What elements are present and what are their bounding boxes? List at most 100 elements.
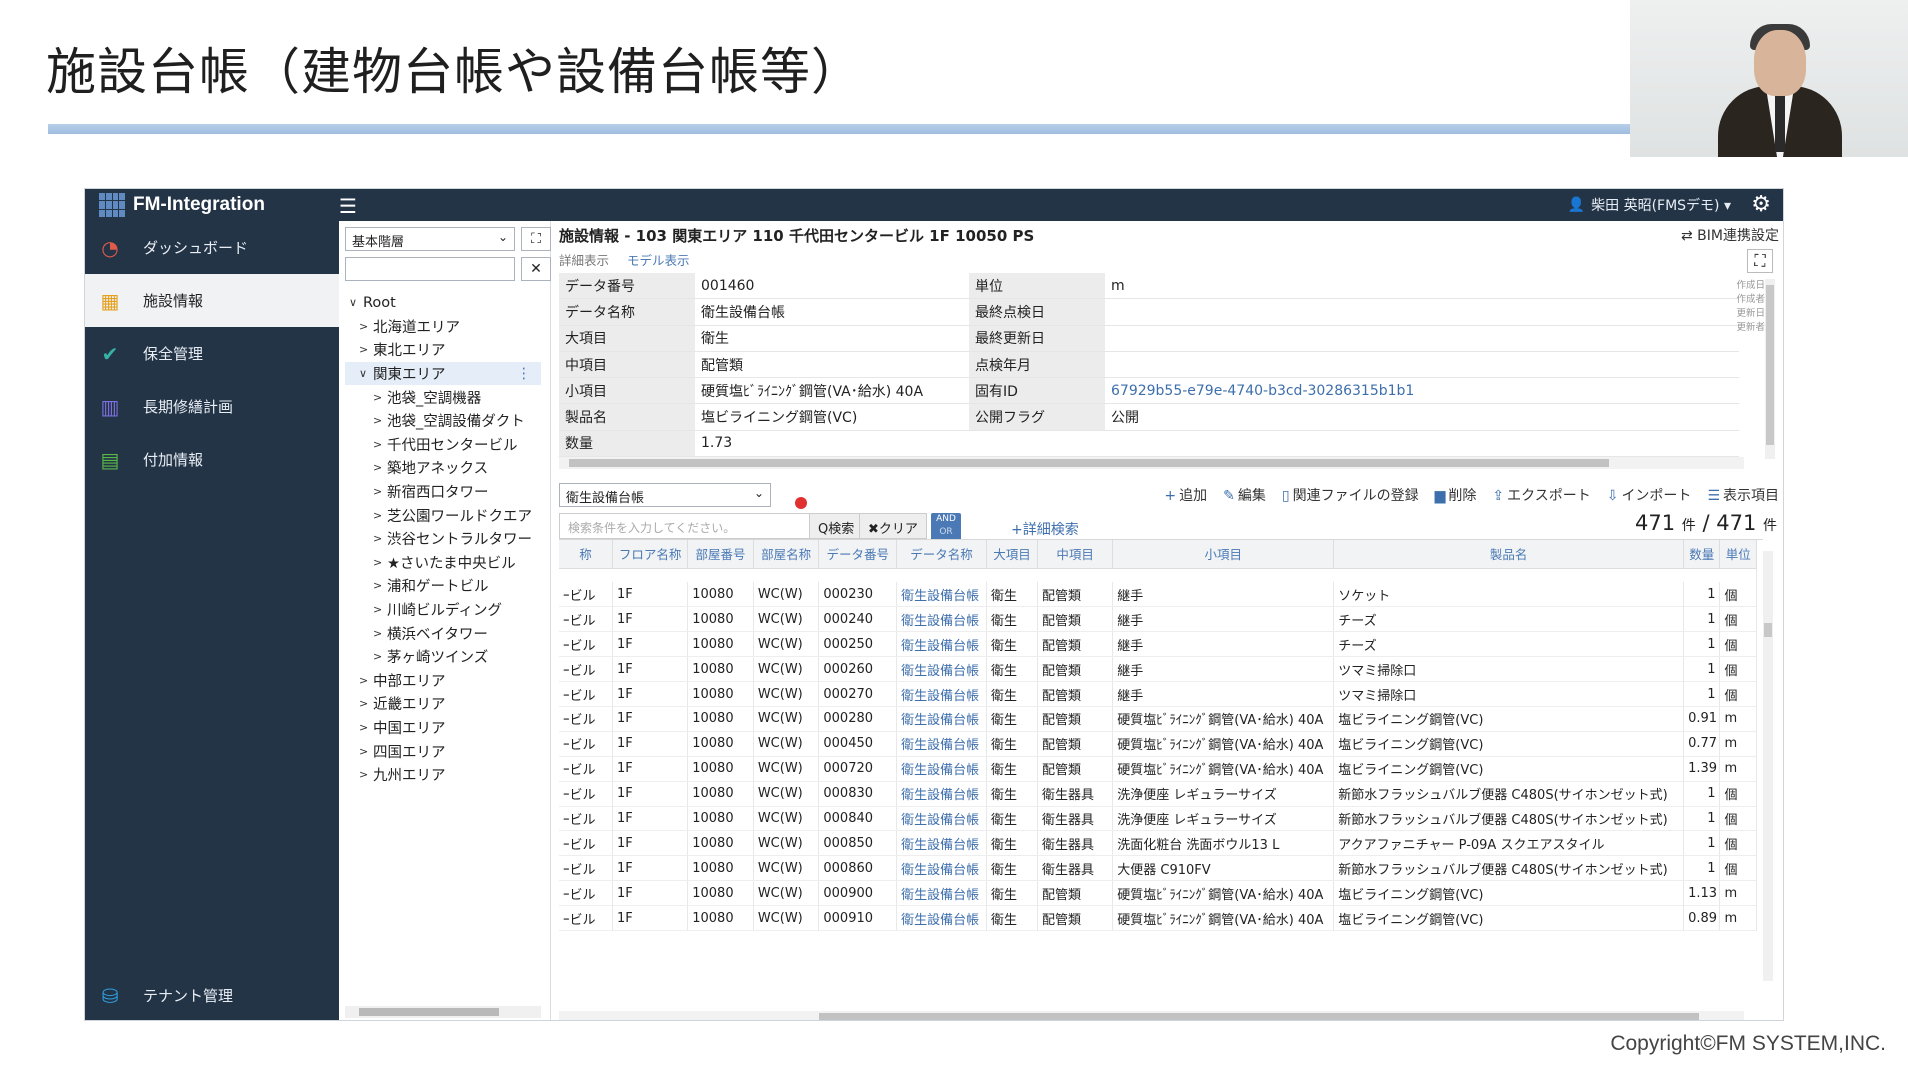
sidebar-item-additional-info[interactable]: ▤ 付加情報 (85, 433, 339, 486)
tree-layout-button[interactable]: ⛶ (521, 227, 551, 251)
grid-vertical-scrollbar[interactable] (1763, 551, 1773, 981)
table-cell[interactable]: 衛生設備台帳 (896, 880, 987, 907)
tree-node[interactable]: > 中部エリア (345, 669, 541, 693)
hierarchy-select[interactable]: 基本階層 ⌄ (345, 227, 515, 251)
user-menu[interactable]: 👤 柴田 英昭(FMSデモ) ▾ (1568, 195, 1731, 215)
tree-search-input[interactable] (345, 257, 515, 281)
table-cell[interactable]: 衛生設備台帳 (896, 606, 987, 633)
sidebar-item-maintenance[interactable]: ✔ 保全管理 (85, 327, 339, 380)
detail-vertical-scrollbar[interactable] (1765, 279, 1775, 459)
table-row[interactable]: ｰビル 1F 10080 WC(W) 000260 衛生設備台帳 衛生 配管類 継手 ツマミ掃除口… (559, 656, 1757, 683)
column-header[interactable]: 部屋名称 (753, 540, 820, 569)
tree-node[interactable]: > 渋谷セントラルタワー (345, 527, 541, 551)
table-cell[interactable]: 衛生設備台帳 (896, 706, 987, 732)
tree-node[interactable]: > 東北エリア (345, 338, 541, 362)
plus-button[interactable]: + 追加 (1164, 485, 1207, 505)
table-row[interactable]: ｰビル 1F 10080 WC(W) 000230 衛生設備台帳 衛生 配管類 継手 ソケット 1 個 (559, 582, 1757, 608)
chevron-right-icon[interactable]: > (373, 414, 387, 427)
table-row[interactable]: ｰビル 1F 10080 WC(W) 000830 衛生設備台帳 衛生 衛生器具 洗浄便座 レギ… (559, 781, 1757, 807)
sidebar-item-dashboard[interactable]: ◔ ダッシュボード (85, 221, 339, 274)
chevron-right-icon[interactable]: > (373, 485, 387, 498)
chevron-right-icon[interactable]: > (359, 320, 373, 333)
table-row[interactable]: ｰビル 1F 10080 WC(W) 000450 衛生設備台帳 衛生 配管類 硬質塩ﾋﾞﾗｲﾆ… (559, 731, 1757, 757)
chevron-right-icon[interactable]: > (359, 674, 373, 687)
chevron-right-icon[interactable]: > (373, 438, 387, 451)
column-header[interactable]: 小項目 (1112, 540, 1335, 569)
tree-node[interactable]: > 近畿エリア (345, 692, 541, 716)
trash-button[interactable]: ▆ 削除 (1435, 485, 1477, 505)
chevron-right-icon[interactable]: > (373, 391, 387, 404)
tree-node[interactable]: > 築地アネックス (345, 456, 541, 480)
table-row[interactable]: ｰビル 1F 10080 WC(W) 000840 衛生設備台帳 衛生 衛生器具 洗浄便座 レギ… (559, 806, 1757, 832)
import-button[interactable]: ⇩ インポート (1607, 485, 1692, 505)
chevron-right-icon[interactable]: > (373, 650, 387, 663)
gear-icon[interactable]: ⚙ (1751, 192, 1771, 217)
ledger-select[interactable]: 衛生設備台帳 ⌄ (559, 483, 771, 507)
table-row[interactable]: ｰビル 1F 10080 WC(W) 000850 衛生設備台帳 衛生 衛生器具 洗面化粧台 洗… (559, 830, 1757, 857)
tree-node[interactable]: > 四国エリア (345, 739, 541, 763)
table-cell[interactable]: 衛生設備台帳 (896, 631, 987, 658)
chevron-right-icon[interactable]: > (359, 697, 373, 710)
chevron-right-icon[interactable]: > (359, 768, 373, 781)
detail-horizontal-scrollbar[interactable] (559, 457, 1744, 469)
table-row[interactable]: ｰビル 1F 10080 WC(W) 000240 衛生設備台帳 衛生 配管類 継手 チーズ 1 個 (559, 606, 1757, 633)
table-cell[interactable]: 衛生設備台帳 (896, 905, 987, 931)
table-cell[interactable]: 衛生設備台帳 (896, 731, 987, 757)
column-header[interactable]: 中項目 (1037, 540, 1114, 569)
grid-horizontal-scrollbar[interactable] (559, 1011, 1744, 1020)
chevron-right-icon[interactable]: > (373, 579, 387, 592)
table-row[interactable]: ｰビル 1F 10080 WC(W) 000860 衛生設備台帳 衛生 衛生器具 大便器 C91… (559, 855, 1757, 882)
tree-node[interactable]: > 川崎ビルディング (345, 598, 541, 622)
chevron-right-icon[interactable]: > (373, 627, 387, 640)
table-cell[interactable]: 衛生設備台帳 (896, 756, 987, 782)
tab-model[interactable]: モデル表示 (627, 250, 690, 269)
table-cell[interactable]: 衛生設備台帳 (896, 681, 987, 707)
tree-node[interactable]: > ★さいたま中央ビル (345, 551, 541, 575)
table-cell[interactable]: 衛生設備台帳 (896, 830, 987, 857)
clear-icon[interactable]: ✕ (521, 257, 551, 281)
sidebar-item-facility-info[interactable]: ▦ 施設情報 (85, 274, 339, 327)
kebab-icon[interactable]: ⋮ (517, 366, 532, 382)
export-button[interactable]: ⇪ エクスポート (1492, 485, 1590, 505)
tree-horizontal-scrollbar[interactable] (345, 1006, 541, 1018)
clear-button[interactable]: ✖クリア (859, 513, 927, 539)
tree-node[interactable]: > 池袋_空調機器 (345, 385, 541, 409)
table-row[interactable]: ｰビル 1F 10080 WC(W) 000280 衛生設備台帳 衛生 配管類 硬質塩ﾋﾞﾗｲﾆ… (559, 706, 1757, 732)
tree-node[interactable]: > 九州エリア (345, 763, 541, 787)
column-header[interactable]: データ番号 (818, 540, 898, 569)
tree-node[interactable]: > 浦和ゲートビル (345, 574, 541, 598)
pencil-button[interactable]: ✎ 編集 (1223, 485, 1266, 505)
tree-node[interactable]: > 池袋_空調設備ダクト (345, 409, 541, 433)
column-header[interactable]: フロア名称 (612, 540, 689, 569)
columns-button[interactable]: ☰ 表示項目 (1707, 485, 1779, 505)
tree-node[interactable]: > 茅ヶ崎ツインズ (345, 645, 541, 669)
column-header[interactable]: 部屋番号 (687, 540, 754, 569)
chevron-right-icon[interactable]: > (373, 461, 387, 474)
tab-detail[interactable]: 詳細表示 (559, 250, 609, 269)
table-cell[interactable]: 衛生設備台帳 (896, 806, 987, 832)
column-header[interactable]: 数量 (1683, 540, 1721, 569)
expand-icon[interactable]: ⛶ (1747, 249, 1773, 273)
and-or-toggle[interactable]: AND OR (931, 513, 961, 541)
tree-node[interactable]: > 中国エリア (345, 716, 541, 740)
tree-node[interactable]: > 芝公園ワールドクエア (345, 503, 541, 527)
chevron-down-icon[interactable]: ∨ (349, 296, 363, 309)
table-row[interactable]: ｰビル 1F 10080 WC(W) 000910 衛生設備台帳 衛生 配管類 硬質塩ﾋﾞﾗｲﾆ… (559, 905, 1757, 931)
table-cell[interactable]: 衛生設備台帳 (896, 855, 987, 882)
table-row[interactable]: ｰビル 1F 10080 WC(W) 000900 衛生設備台帳 衛生 配管類 硬質塩ﾋﾞﾗｲﾆ… (559, 880, 1757, 907)
chevron-right-icon[interactable]: > (373, 532, 387, 545)
tree-node[interactable]: ∨ Root (345, 291, 541, 315)
tree-node[interactable]: > 千代田センタービル (345, 433, 541, 457)
file-button[interactable]: ▯ 関連ファイルの登録 (1282, 485, 1419, 505)
menu-icon[interactable]: ☰ (339, 194, 357, 218)
tree-node[interactable]: > 北海道エリア (345, 315, 541, 339)
bim-link[interactable]: ⇄ BIM連携設定 (1681, 225, 1779, 245)
sidebar-item-tenant[interactable]: ⛁ テナント管理 (85, 969, 339, 1020)
column-header[interactable]: 単位 (1719, 540, 1757, 569)
table-cell[interactable]: 衛生設備台帳 (896, 656, 987, 683)
table-cell[interactable]: 衛生設備台帳 (896, 781, 987, 807)
table-row[interactable]: ｰビル 1F 10080 WC(W) 000720 衛生設備台帳 衛生 配管類 硬質塩ﾋﾞﾗｲﾆ… (559, 756, 1757, 782)
tree-node[interactable]: > 横浜ベイタワー (345, 621, 541, 645)
chevron-right-icon[interactable]: > (373, 509, 387, 522)
tree-node[interactable]: > 新宿西口タワー (345, 480, 541, 504)
